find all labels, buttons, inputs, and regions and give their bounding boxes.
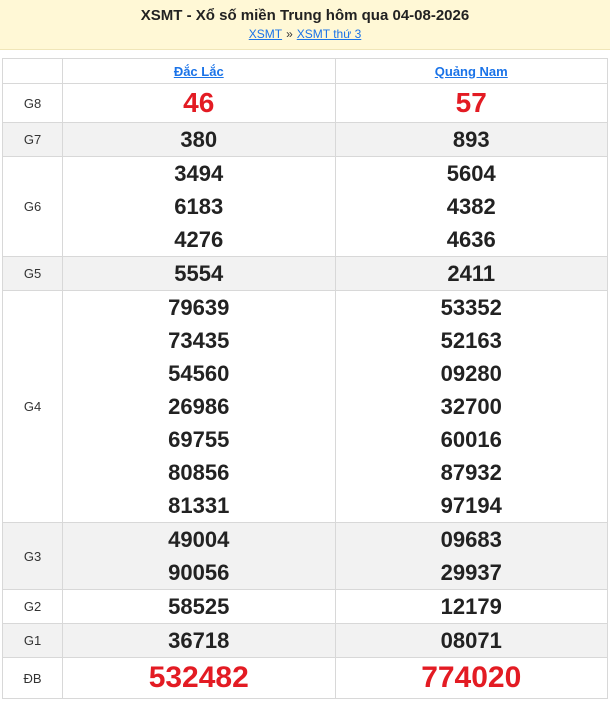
- prize-row: G6 3494 6183 4276 5604 4382 4636: [2, 156, 608, 257]
- prize-number: 80856: [168, 460, 230, 485]
- prize-number: 73435: [168, 328, 230, 353]
- results-header: XSMT - Xổ số miền Trung hôm qua 04-08-20…: [0, 0, 610, 50]
- prize-row: G7 380 893: [2, 122, 608, 157]
- breadcrumb-separator: »: [286, 27, 293, 41]
- prize-number: 32700: [440, 394, 502, 419]
- prize-number: 08071: [440, 628, 502, 653]
- province-header: Đắc Lắc: [62, 58, 336, 84]
- corner-cell: [2, 58, 63, 84]
- prize-number: 774020: [421, 661, 522, 694]
- prize-number: 79639: [168, 295, 230, 320]
- prize-number: 52163: [440, 328, 502, 353]
- prize-label: G3: [2, 522, 63, 590]
- province-link-dac-lac[interactable]: Đắc Lắc: [174, 64, 224, 79]
- breadcrumb-xsmt-link[interactable]: XSMT: [249, 27, 282, 41]
- prize-cell: 12179: [334, 589, 608, 624]
- prize-number: 57: [455, 87, 487, 118]
- prize-cell: 5554: [62, 256, 336, 291]
- prize-cell: 57: [334, 83, 608, 123]
- prize-number: 4276: [174, 227, 224, 252]
- prize-number: 2411: [447, 261, 496, 286]
- prize-row: G1 36718 08071: [2, 623, 608, 658]
- prize-number: 60016: [440, 427, 502, 452]
- prize-number: 58525: [168, 594, 230, 619]
- prize-number: 09683: [440, 527, 502, 552]
- prize-label: G1: [2, 623, 63, 658]
- province-header-row: Đắc Lắc Quảng Nam: [2, 58, 608, 84]
- prize-number: 97194: [440, 493, 502, 518]
- prize-number: 12179: [440, 594, 502, 619]
- prize-number: 90056: [168, 560, 230, 585]
- breadcrumb: XSMT » XSMT thứ 3: [0, 26, 610, 42]
- prize-number: 6183: [174, 194, 224, 219]
- prize-cell: 08071: [334, 623, 608, 658]
- prize-label: G5: [2, 256, 63, 291]
- prize-label: G6: [2, 156, 63, 257]
- prize-number: 09280: [440, 361, 502, 386]
- prize-row: G5 5554 2411: [2, 256, 608, 291]
- prize-label: ĐB: [2, 657, 63, 699]
- prize-cell: 532482: [62, 657, 336, 699]
- prize-label: G2: [2, 589, 63, 624]
- province-header: Quảng Nam: [334, 58, 608, 84]
- prize-cell: 2411: [334, 256, 608, 291]
- prize-number: 4382: [446, 194, 496, 219]
- prize-row: G2 58525 12179: [2, 589, 608, 624]
- prize-number: 81331: [168, 493, 230, 518]
- prize-cell: 53352 52163 09280 32700 60016 87932 97194: [334, 290, 608, 523]
- province-link-quang-nam[interactable]: Quảng Nam: [435, 64, 508, 79]
- prize-number: 3494: [174, 161, 224, 186]
- page-title: XSMT - Xổ số miền Trung hôm qua 04-08-20…: [140, 7, 470, 24]
- prize-number: 5604: [446, 161, 496, 186]
- prize-cell: 49004 90056: [62, 522, 336, 590]
- prize-cell: 3494 6183 4276: [62, 156, 336, 257]
- prize-row: ĐB 532482 774020: [2, 657, 608, 699]
- prize-number: 36718: [168, 628, 230, 653]
- prize-row: G3 49004 90056 09683 29937: [2, 522, 608, 590]
- prize-label: G8: [2, 83, 63, 123]
- prize-cell: 893: [334, 122, 608, 157]
- prize-row: G8 46 57: [2, 83, 608, 123]
- prize-number: 53352: [440, 295, 502, 320]
- prize-cell: 380: [62, 122, 336, 157]
- prize-number: 26986: [168, 394, 230, 419]
- prize-number: 69755: [168, 427, 230, 452]
- breadcrumb-xsmt-thu3-link[interactable]: XSMT thứ 3: [297, 27, 362, 41]
- prize-number: 532482: [148, 661, 249, 694]
- prize-number: 29937: [440, 560, 502, 585]
- prize-cell: 5604 4382 4636: [334, 156, 608, 257]
- prize-cell: 36718: [62, 623, 336, 658]
- prize-number: 87932: [440, 460, 502, 485]
- results-table: Đắc Lắc Quảng Nam G8 46 57 G7 380 893 G6 3494 61…: [2, 58, 608, 699]
- prize-number: 4636: [446, 227, 496, 252]
- prize-label: G4: [2, 290, 63, 523]
- prize-cell: 46: [62, 83, 336, 123]
- prize-number: 5554: [174, 261, 224, 286]
- prize-cell: 79639 73435 54560 26986 69755 80856 81331: [62, 290, 336, 523]
- prize-number: 54560: [168, 361, 230, 386]
- prize-cell: 58525: [62, 589, 336, 624]
- prize-number: 49004: [168, 527, 230, 552]
- prize-number: 893: [452, 127, 490, 152]
- prize-row: G4 79639 73435 54560 26986 69755 80856 81331 533…: [2, 290, 608, 523]
- prize-cell: 774020: [334, 657, 608, 699]
- prize-cell: 09683 29937: [334, 522, 608, 590]
- prize-label: G7: [2, 122, 63, 157]
- prize-number: 46: [183, 87, 215, 118]
- prize-number: 380: [180, 127, 218, 152]
